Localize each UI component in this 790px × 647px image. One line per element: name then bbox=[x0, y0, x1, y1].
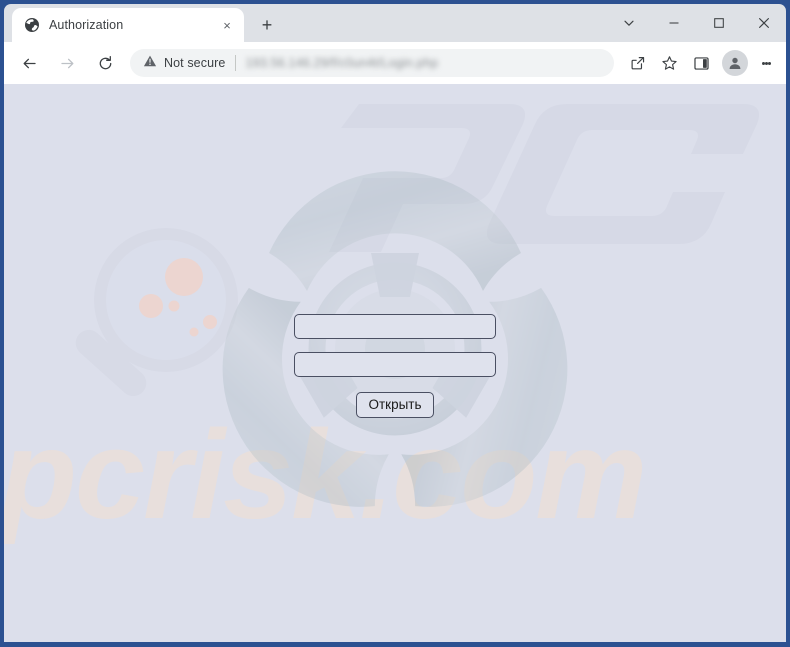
maximize-icon[interactable] bbox=[696, 7, 741, 40]
forward-button[interactable] bbox=[52, 48, 82, 78]
minimize-icon[interactable] bbox=[651, 7, 696, 40]
pcrisk-wordmark: pcrisk.com bbox=[4, 406, 647, 545]
profile-avatar-icon[interactable] bbox=[722, 50, 748, 76]
close-icon[interactable] bbox=[741, 7, 786, 40]
warning-triangle-icon bbox=[143, 54, 157, 73]
browser-window: Authorization × + Not secure 193.56.146.… bbox=[0, 0, 790, 647]
tab-title: Authorization bbox=[49, 18, 124, 32]
reload-button[interactable] bbox=[90, 48, 120, 78]
magnifier-virus-icon-watermark bbox=[75, 228, 238, 397]
new-tab-button[interactable]: + bbox=[253, 11, 281, 39]
address-bar[interactable]: Not secure 193.56.146.29/f/c0un4t/Login.… bbox=[130, 49, 614, 77]
globe-icon bbox=[24, 17, 40, 33]
kebab-menu-icon[interactable] bbox=[753, 49, 779, 77]
browser-tab[interactable]: Authorization × bbox=[12, 8, 244, 42]
url-text[interactable]: 193.56.146.29/f/c0un4t/Login.php bbox=[245, 56, 602, 70]
pc-letter-mark-watermark bbox=[329, 104, 760, 252]
tab-strip: Authorization × + bbox=[4, 4, 786, 42]
close-icon[interactable]: × bbox=[218, 16, 236, 34]
browser-toolbar: Not secure 193.56.146.29/f/c0un4t/Login.… bbox=[4, 42, 786, 84]
security-status-label: Not secure bbox=[164, 56, 226, 70]
menu-dot bbox=[767, 61, 771, 65]
bookmark-star-icon[interactable] bbox=[655, 49, 683, 77]
password-input[interactable] bbox=[294, 352, 496, 377]
submit-button[interactable]: Открыть bbox=[356, 392, 434, 418]
back-button[interactable] bbox=[14, 48, 44, 78]
share-icon[interactable] bbox=[623, 49, 651, 77]
side-panel-icon[interactable] bbox=[687, 49, 715, 77]
login-form: Открыть bbox=[294, 314, 496, 418]
svg-text:pcrisk.com: pcrisk.com bbox=[4, 406, 645, 545]
omnibox-divider bbox=[235, 55, 237, 71]
page-viewport: pcrisk.com Открыть bbox=[4, 84, 786, 642]
username-input[interactable] bbox=[294, 314, 496, 339]
window-controls bbox=[606, 4, 786, 42]
tab-search-chevron-down-icon[interactable] bbox=[606, 7, 651, 40]
